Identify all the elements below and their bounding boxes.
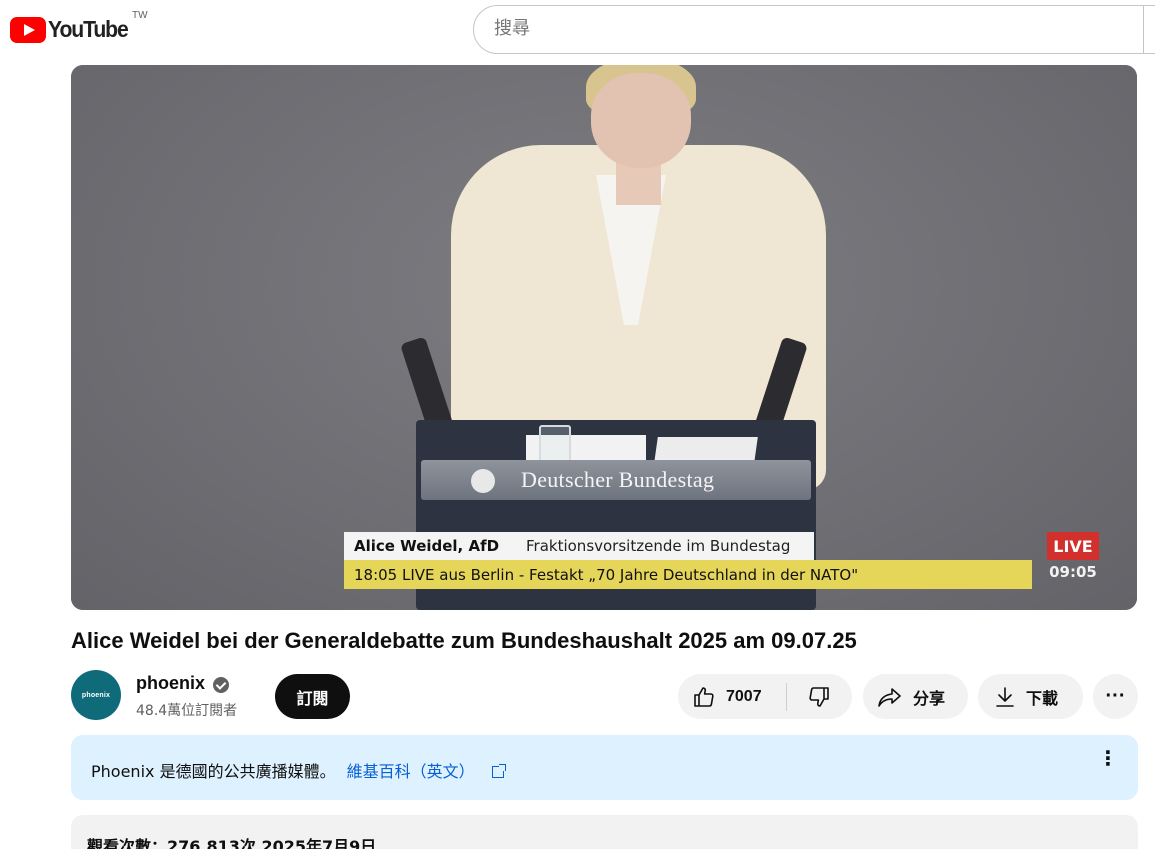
channel-avatar[interactable]: phoenix [71, 670, 121, 720]
download-label: 下載 [1026, 688, 1059, 708]
logo-text: YouTube [48, 16, 129, 42]
lectern-label: Deutscher Bundestag [521, 467, 715, 492]
download-button[interactable]: 下載 [978, 674, 1083, 719]
download-icon [996, 686, 1014, 707]
channel-name[interactable]: phoenix [136, 673, 205, 694]
live-badge: LIVE [1047, 532, 1099, 560]
lower-third-role: Fraktionsvorsitzende im Bundestag [526, 537, 791, 555]
info-panel-text: Phoenix 是德國的公共廣播媒體。 [91, 762, 336, 781]
video-player[interactable]: Deutscher Bundestag Alice Weidel, AfD Fr… [71, 65, 1137, 610]
dislike-button[interactable] [787, 674, 851, 719]
lower-third-name-bar: Alice Weidel, AfD Fraktionsvorsitzende i… [344, 532, 814, 560]
lower-third-name: Alice Weidel, AfD [354, 537, 500, 555]
avatar-logo-text: phoenix [81, 691, 111, 699]
eagle-emblem-icon [471, 469, 495, 493]
water-glass [539, 425, 571, 463]
verified-badge-icon [213, 677, 229, 693]
youtube-logo[interactable]: YouTube [10, 16, 135, 43]
video-title: Alice Weidel bei der Generaldebatte zum … [71, 628, 857, 653]
external-link-icon[interactable] [491, 764, 506, 778]
description-panel[interactable]: 觀看次數：276,813次 2025年7月9日 [71, 815, 1138, 849]
ticker-text: 18:05 LIVE aus Berlin - Festakt „70 Jahr… [354, 565, 859, 584]
region-code: TW [132, 10, 148, 21]
speaker-head [591, 73, 691, 168]
search-box[interactable] [473, 5, 1155, 54]
play-logo-icon [10, 16, 46, 43]
like-count: 7007 [726, 687, 762, 705]
masthead: YouTube TW [0, 0, 1155, 64]
like-dislike-group: 7007 [678, 674, 852, 719]
wikipedia-link[interactable]: 維基百科（英文） [347, 762, 475, 781]
info-panel-menu-button[interactable]: ⋮ [1098, 749, 1118, 769]
thumbs-up-icon [694, 686, 714, 707]
share-label: 分享 [913, 688, 946, 708]
share-button[interactable]: 分享 [863, 674, 968, 719]
subscribe-button[interactable]: 訂閱 [275, 674, 350, 719]
search-divider [1143, 6, 1144, 53]
more-actions-button[interactable]: ··· [1093, 674, 1138, 719]
like-button[interactable]: 7007 [678, 674, 786, 719]
info-panel: Phoenix 是德國的公共廣播媒體。 維基百科（英文） ⋮ [71, 735, 1138, 800]
view-count-and-date: 觀看次數：276,813次 2025年7月9日 [87, 837, 377, 849]
live-clock: 09:05 [1049, 563, 1097, 581]
info-panel-text-row: Phoenix 是德國的公共廣播媒體。 維基百科（英文） [91, 758, 506, 782]
lower-third-ticker-bar: 18:05 LIVE aus Berlin - Festakt „70 Jahr… [344, 560, 1032, 589]
share-icon [878, 687, 901, 707]
search-input[interactable] [494, 18, 1114, 39]
thumbs-down-icon [809, 686, 829, 707]
subscriber-count: 48.4萬位訂閱者 [136, 703, 238, 719]
